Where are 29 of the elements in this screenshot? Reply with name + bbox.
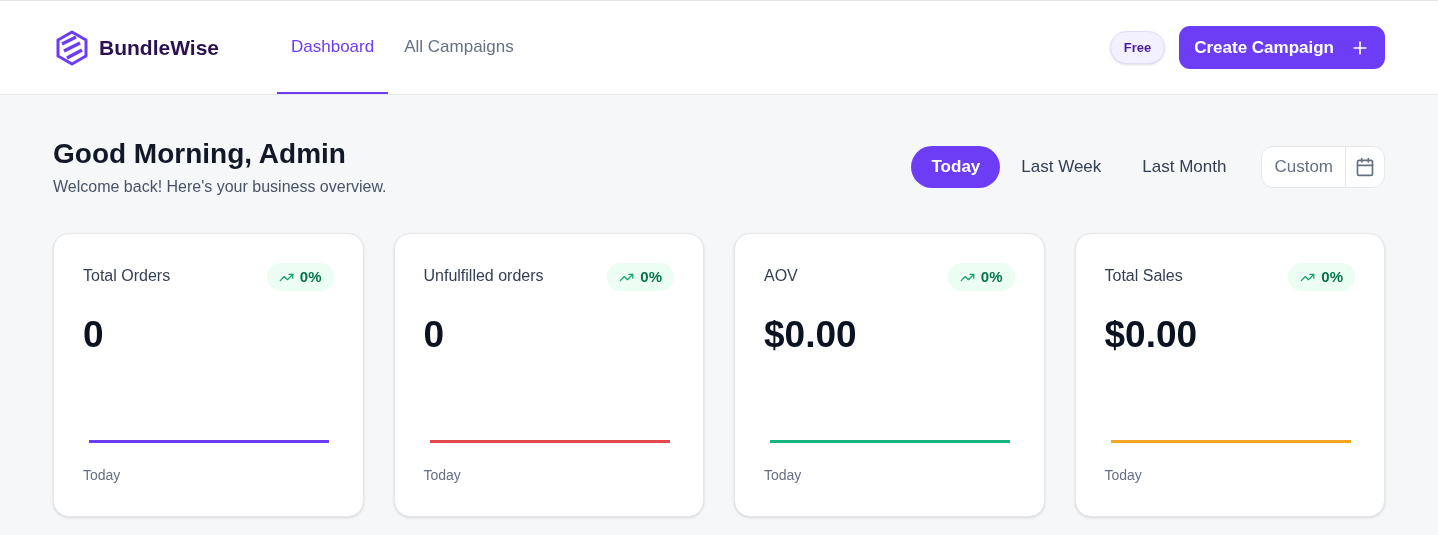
change-badge: 0% — [1288, 263, 1355, 291]
nav-tab[interactable]: Dashboard — [277, 1, 389, 94]
stat-period: Today — [1104, 466, 1143, 485]
custom-range-label: Custom — [1262, 147, 1346, 187]
nav-tab[interactable]: All Campaigns — [390, 1, 528, 94]
plan-badge: Free — [1109, 30, 1166, 65]
stat-title: Total Orders — [83, 266, 171, 286]
greeting-title: Good Morning, Admin — [53, 138, 347, 170]
range-tab[interactable]: Today — [911, 146, 1001, 188]
change-badge: 0% — [607, 263, 674, 291]
stat-value: $0.00 — [764, 313, 858, 357]
change-badge: 0% — [266, 263, 334, 291]
stat-title: AOV — [764, 266, 798, 286]
custom-range-picker[interactable]: Custom — [1261, 146, 1385, 188]
stat-period: Today — [83, 466, 122, 485]
range-tab[interactable]: Last Week — [1001, 146, 1122, 188]
brand-name: BundleWise — [99, 34, 219, 61]
stat-period: Today — [764, 466, 803, 485]
range-tab[interactable]: Last Month — [1122, 146, 1247, 188]
greeting-subtitle: Welcome back! Here's your business overview. — [53, 177, 387, 197]
change-badge: 0% — [947, 263, 1015, 291]
create-campaign-button[interactable]: Create Campaign — [1179, 26, 1385, 69]
stat-title: Unfulfilled orders — [423, 266, 544, 286]
stat-value: 0 — [423, 313, 446, 357]
stat-value: 0 — [83, 313, 105, 357]
calendar-icon — [1355, 157, 1375, 177]
stat-value: $0.00 — [1104, 313, 1199, 357]
stat-title: Total Sales — [1104, 266, 1183, 286]
stat-period: Today — [423, 466, 462, 485]
